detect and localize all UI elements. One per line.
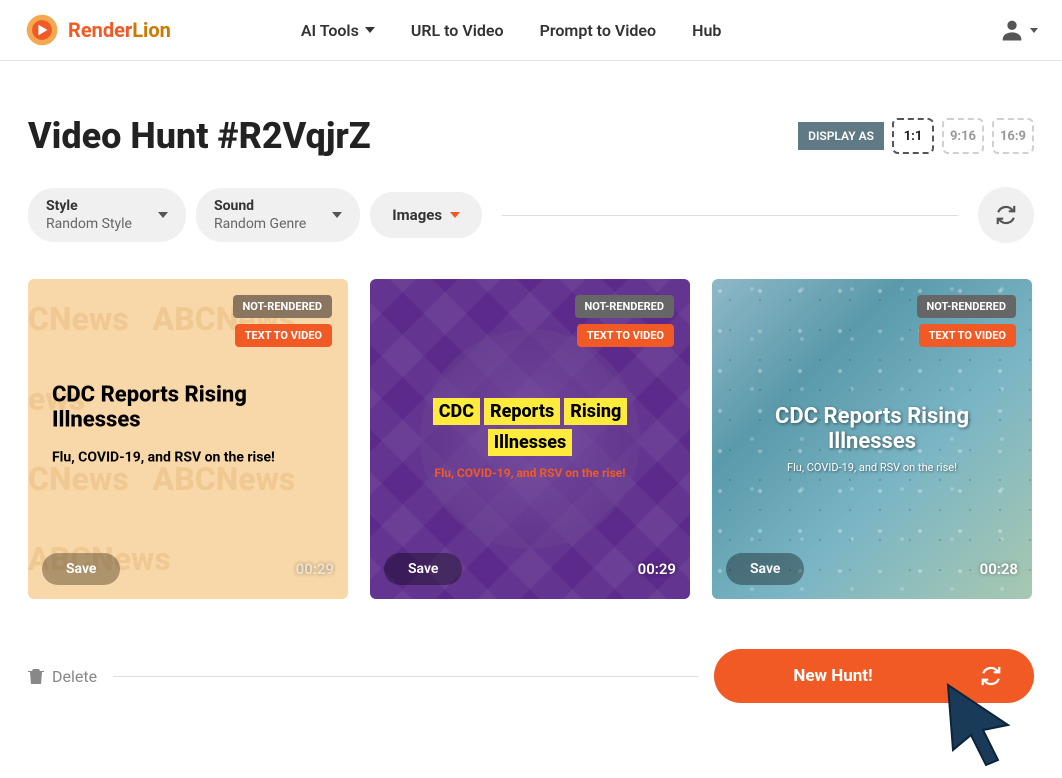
card-title: CDCReportsRisingIllnesses xyxy=(394,398,666,456)
video-card[interactable]: NOT-RENDERED TEXT TO VIDEO CDCReportsRis… xyxy=(370,279,690,599)
filter-label: Style xyxy=(46,198,132,214)
reload-icon xyxy=(980,665,1002,687)
save-button[interactable]: Save xyxy=(384,553,462,585)
logo-text: RenderLion xyxy=(68,18,171,42)
nav: AI Tools URL to Video Prompt to Video Hu… xyxy=(301,21,722,40)
new-hunt-button[interactable]: New Hunt! xyxy=(714,649,1034,703)
aspect-1-1-button[interactable]: 1:1 xyxy=(892,118,934,154)
new-hunt-label: New Hunt! xyxy=(746,666,920,686)
save-button[interactable]: Save xyxy=(42,553,120,585)
video-card[interactable]: NOT-RENDERED TEXT TO VIDEO CDC Reports R… xyxy=(712,279,1032,599)
user-menu[interactable] xyxy=(998,16,1038,44)
delete-label: Delete xyxy=(52,667,97,686)
chevron-down-icon xyxy=(365,27,375,33)
display-as-controls: DISPLAY AS 1:1 9:16 16:9 xyxy=(798,118,1034,154)
logo[interactable]: RenderLion xyxy=(24,12,171,48)
aspect-16-9-button[interactable]: 16:9 xyxy=(992,118,1034,154)
card-subtitle: Flu, COVID-19, and RSV on the rise! xyxy=(52,449,324,465)
filter-label: Sound xyxy=(214,198,306,214)
filter-value: Random Style xyxy=(46,216,132,232)
nav-hub[interactable]: Hub xyxy=(692,21,721,40)
divider xyxy=(502,215,958,216)
logo-icon xyxy=(24,12,60,48)
video-card[interactable]: CNews ABCNewsewsCNews ABCNewsABCNews NOT… xyxy=(28,279,348,599)
style-filter[interactable]: Style Random Style xyxy=(28,188,186,242)
nav-ai-tools[interactable]: AI Tools xyxy=(301,21,375,40)
page-title: Video Hunt #R2VqjrZ xyxy=(28,115,371,157)
images-filter[interactable]: Images xyxy=(370,192,482,238)
display-as-label: DISPLAY AS xyxy=(798,122,884,150)
status-badge: NOT-RENDERED xyxy=(575,295,674,318)
status-badge: NOT-RENDERED xyxy=(917,295,1016,318)
header: RenderLion AI Tools URL to Video Prompt … xyxy=(0,0,1062,61)
duration-label: 00:28 xyxy=(980,560,1018,578)
trash-icon xyxy=(28,667,44,685)
duration-label: 00:29 xyxy=(296,560,334,578)
delete-button[interactable]: Delete xyxy=(28,667,97,686)
chevron-down-icon xyxy=(332,212,342,218)
filter-label: Images xyxy=(392,206,442,224)
card-subtitle: Flu, COVID-19, and RSV on the rise! xyxy=(394,466,666,480)
type-badge: TEXT TO VIDEO xyxy=(577,324,674,347)
sound-filter[interactable]: Sound Random Genre xyxy=(196,188,360,242)
duration-label: 00:29 xyxy=(638,560,676,578)
nav-label: AI Tools xyxy=(301,21,359,40)
chevron-down-icon xyxy=(1030,28,1038,33)
status-badge: NOT-RENDERED xyxy=(233,295,332,318)
save-button[interactable]: Save xyxy=(726,553,804,585)
filter-value: Random Genre xyxy=(214,216,306,232)
type-badge: TEXT TO VIDEO xyxy=(235,324,332,347)
card-title: CDC Reports Rising Illnesses xyxy=(736,404,1008,455)
divider xyxy=(113,676,698,677)
reload-button[interactable] xyxy=(978,187,1034,243)
chevron-down-icon xyxy=(158,212,168,218)
type-badge: TEXT TO VIDEO xyxy=(919,324,1016,347)
nav-url-to-video[interactable]: URL to Video xyxy=(411,21,504,40)
nav-prompt-to-video[interactable]: Prompt to Video xyxy=(540,21,657,40)
chevron-down-icon xyxy=(450,212,460,218)
aspect-9-16-button[interactable]: 9:16 xyxy=(942,118,984,154)
user-icon xyxy=(998,16,1026,44)
card-subtitle: Flu, COVID-19, and RSV on the rise! xyxy=(736,461,1008,474)
reload-icon xyxy=(995,204,1017,226)
card-title: CDC Reports Rising Illnesses xyxy=(52,383,324,434)
